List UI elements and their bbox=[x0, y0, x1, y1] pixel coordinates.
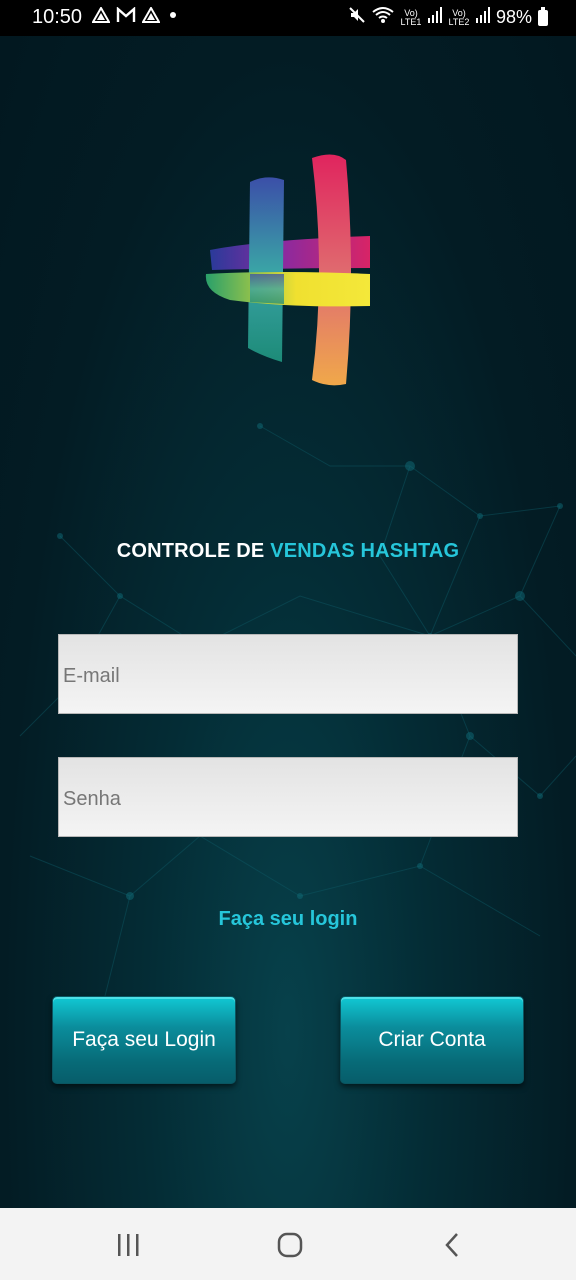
status-bar: 10:50 Vo) LTE1 Vo) LTE2 98% bbox=[0, 0, 576, 36]
back-icon[interactable] bbox=[432, 1230, 472, 1260]
gmail-icon bbox=[116, 6, 136, 29]
login-link[interactable]: Faça seu login bbox=[0, 908, 576, 931]
system-nav-bar bbox=[0, 1208, 576, 1280]
login-button[interactable]: Faça seu Login bbox=[52, 996, 236, 1084]
login-screen: CONTROLE DE VENDAS HASHTAG Faça seu logi… bbox=[0, 36, 576, 1208]
recents-icon[interactable] bbox=[108, 1230, 148, 1260]
drive-icon bbox=[141, 5, 161, 29]
notification-icons bbox=[91, 5, 180, 29]
signal-label-1: Vo) LTE1 bbox=[400, 7, 422, 27]
hashtag-logo bbox=[205, 154, 370, 386]
signal-label-2: Vo) LTE2 bbox=[448, 7, 470, 27]
app-title-main: CONTROLE DE bbox=[116, 540, 271, 562]
mute-icon bbox=[348, 6, 366, 29]
wifi-icon bbox=[372, 6, 394, 29]
create-account-button[interactable]: Criar Conta bbox=[340, 996, 524, 1084]
app-title-accent: VENDAS HASHTAG bbox=[270, 540, 460, 562]
password-field[interactable] bbox=[58, 757, 518, 837]
email-field[interactable] bbox=[58, 634, 518, 714]
signal-bars-icon bbox=[475, 7, 490, 28]
dot-icon bbox=[166, 7, 180, 29]
battery-percent: 98% bbox=[495, 7, 532, 27]
password-input[interactable] bbox=[59, 758, 517, 836]
email-input[interactable] bbox=[59, 635, 517, 713]
signal-bars-icon bbox=[427, 7, 442, 28]
battery-icon bbox=[538, 6, 548, 26]
status-time: 10:50 bbox=[32, 6, 83, 28]
app-title: CONTROLE DE VENDAS HASHTAG bbox=[0, 540, 576, 563]
drive-icon bbox=[91, 5, 111, 29]
status-right: Vo) LTE1 Vo) LTE2 98% bbox=[348, 6, 548, 29]
home-icon[interactable] bbox=[270, 1230, 310, 1260]
